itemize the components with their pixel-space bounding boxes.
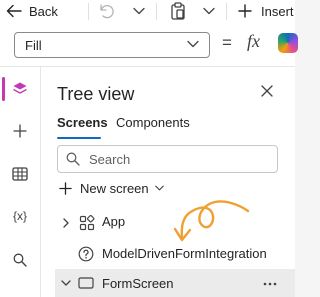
tree-view-panel: Tree view Screens Components Search New … (41, 67, 295, 297)
screen-icon (78, 277, 94, 289)
close-icon[interactable] (261, 85, 273, 97)
plus-icon (59, 181, 72, 195)
equals-sign: = (222, 33, 232, 52)
insert-button[interactable]: Insert (238, 0, 294, 22)
rail-item-data[interactable] (0, 156, 40, 192)
insert-label: Insert (261, 3, 294, 19)
tree-item-label: FormScreen (102, 276, 174, 291)
search-icon (13, 253, 27, 267)
active-indicator (2, 77, 5, 101)
help-circle-icon (78, 246, 94, 262)
fx-icon[interactable]: fx (247, 31, 260, 52)
undo-button[interactable] (98, 0, 114, 22)
search-icon (66, 152, 80, 166)
rail-item-tree-view[interactable] (0, 71, 40, 107)
search-placeholder: Search (89, 152, 131, 167)
search-input[interactable]: Search (57, 145, 278, 173)
undo-icon (100, 4, 114, 19)
tree-item-label: App (102, 214, 126, 229)
arrow-left-icon (6, 4, 22, 18)
chevron-down-icon (203, 7, 215, 15)
more-options-icon[interactable] (263, 282, 277, 286)
new-screen-button[interactable]: New screen (59, 180, 164, 196)
rail-item-insert[interactable] (0, 113, 40, 149)
tab-selected-indicator (57, 137, 101, 139)
panel-title: Tree view (57, 84, 135, 104)
toolbar-divider (156, 3, 157, 20)
paste-button[interactable] (170, 0, 186, 22)
variables-icon: {x} (12, 209, 27, 223)
undo-menu-button[interactable] (133, 0, 145, 22)
command-bar: Back Insert (0, 0, 295, 24)
chevron-down-icon (187, 40, 199, 48)
table-icon (12, 167, 28, 181)
chevron-right-icon[interactable] (63, 218, 69, 228)
rail-item-search[interactable] (0, 242, 40, 278)
chevron-down-icon (133, 7, 145, 15)
copilot-icon[interactable] (278, 33, 298, 53)
app-icon (79, 215, 95, 231)
left-rail: {x} (0, 67, 41, 297)
chevron-down-icon (154, 185, 164, 191)
toolbar-divider (88, 3, 89, 20)
toolbar-divider (226, 3, 227, 20)
back-button[interactable]: Back (6, 0, 58, 22)
rail-item-variables[interactable]: {x} (0, 198, 40, 234)
plus-icon (238, 4, 252, 18)
tab-components[interactable]: Components (116, 115, 190, 130)
new-screen-label: New screen (80, 180, 149, 196)
clipboard-icon (171, 2, 185, 20)
property-dropdown[interactable]: Fill (14, 32, 210, 58)
tree-item-form-screen[interactable]: FormScreen (55, 269, 295, 297)
chevron-down-icon[interactable] (61, 280, 71, 286)
annotation-arrow-icon (173, 200, 250, 242)
back-label: Back (29, 3, 58, 19)
tree-item-label: ModelDrivenFormIntegration (102, 246, 267, 261)
property-value: Fill (25, 38, 42, 53)
tab-screens[interactable]: Screens (57, 115, 108, 130)
plus-icon (13, 124, 27, 138)
paste-menu-button[interactable] (203, 0, 215, 22)
layers-icon (13, 82, 27, 94)
